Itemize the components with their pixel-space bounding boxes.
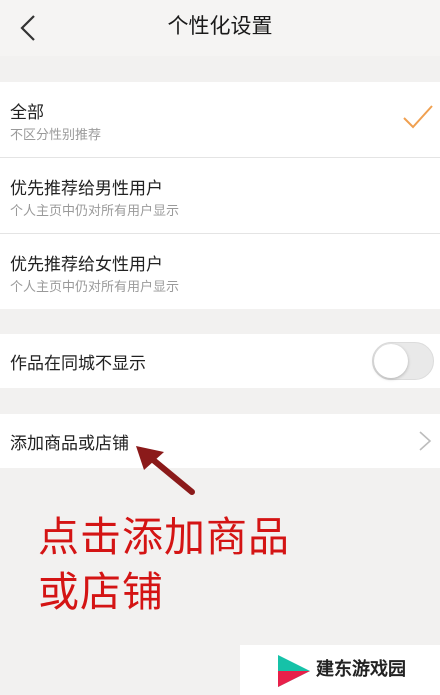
- watermark-text: 建东游戏园: [316, 659, 406, 680]
- option-all[interactable]: 全部 不区分性别推荐: [0, 82, 440, 158]
- option-label: 优先推荐给男性用户: [10, 179, 163, 199]
- city-toggle-switch[interactable]: [372, 342, 434, 380]
- toggle-knob: [374, 344, 408, 378]
- chevron-right-icon: [419, 431, 432, 451]
- option-sublabel: 不区分性别推荐: [10, 128, 102, 143]
- city-toggle-label: 作品在同城不显示: [10, 353, 146, 374]
- option-male[interactable]: 优先推荐给男性用户 个人主页中仍对所有用户显示: [0, 158, 440, 234]
- checkmark-icon: [403, 105, 433, 129]
- add-goods-label: 添加商品或店铺: [10, 433, 129, 454]
- option-sublabel: 个人主页中仍对所有用户显示: [10, 280, 180, 295]
- city-toggle-row: 作品在同城不显示: [0, 334, 440, 388]
- annotation-arrow-icon: [136, 446, 195, 495]
- watermark: 建东游戏园: [240, 645, 440, 695]
- option-female[interactable]: 优先推荐给女性用户 个人主页中仍对所有用户显示: [0, 234, 440, 309]
- add-goods-row[interactable]: 添加商品或店铺: [0, 414, 440, 468]
- annotation-line-2: 或店铺: [38, 568, 164, 616]
- page-title: 个性化设置: [167, 14, 273, 38]
- option-sublabel: 个人主页中仍对所有用户显示: [10, 204, 180, 219]
- top-bar: 个性化设置: [0, 0, 440, 56]
- option-label: 优先推荐给女性用户: [10, 255, 163, 275]
- option-label: 全部: [10, 103, 44, 123]
- recommend-options-group: 全部 不区分性别推荐 优先推荐给男性用户 个人主页中仍对所有用户显示 优先推荐给…: [0, 82, 440, 309]
- annotation-text: 点击添加商品 或店铺: [38, 510, 398, 620]
- play-logo-icon: [278, 655, 310, 687]
- annotation-line-1: 点击添加商品: [38, 513, 290, 561]
